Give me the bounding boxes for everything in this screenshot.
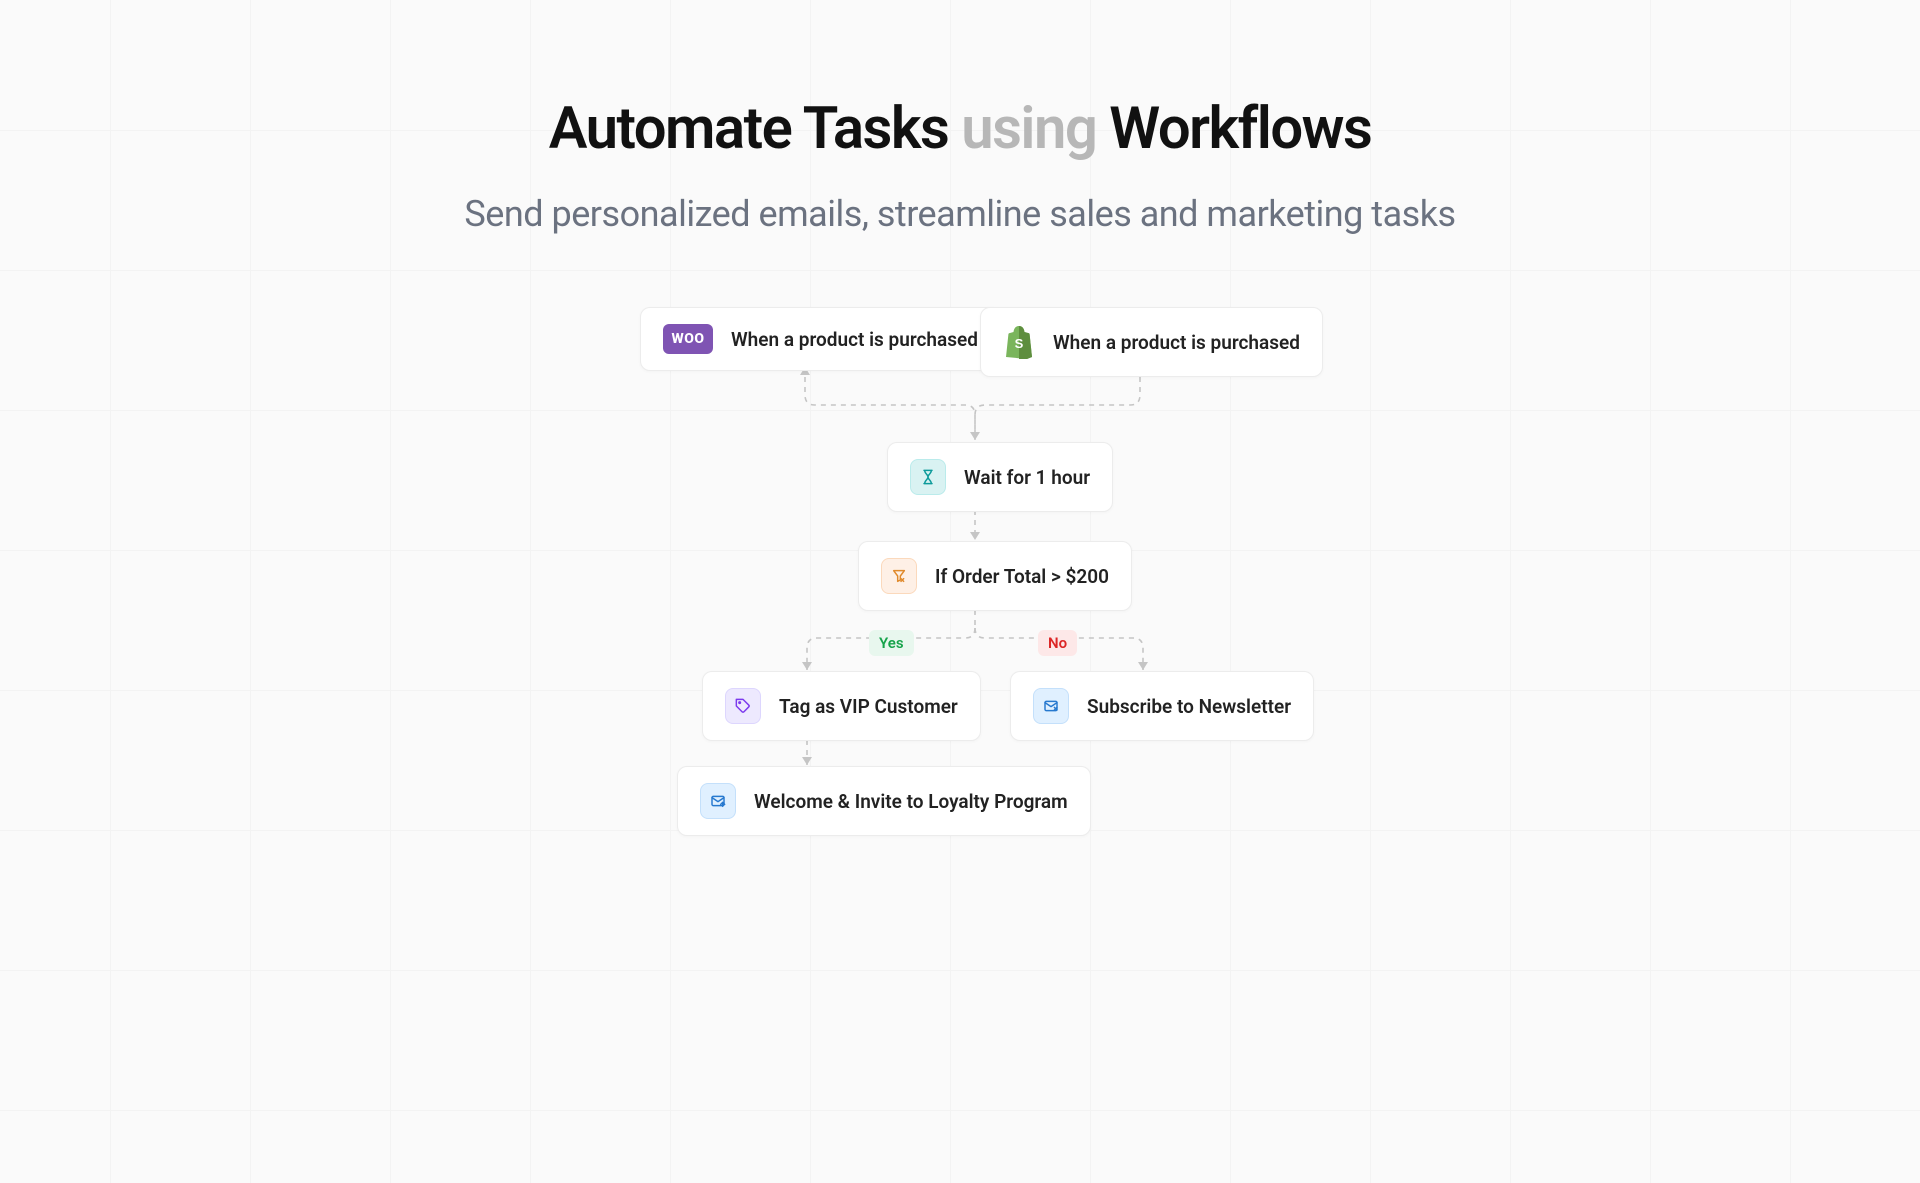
hourglass-icon (910, 459, 946, 495)
connectors-svg (260, 295, 1660, 995)
trigger-woocommerce[interactable]: WOO When a product is purchased (640, 307, 1001, 371)
title-post: Workflows (1096, 95, 1371, 163)
branch-no-badge: No (1038, 630, 1077, 656)
page-title: Automate Tasks using Workflows (0, 95, 1920, 163)
condition-label: If Order Total > $200 (935, 565, 1109, 588)
action-tag-vip[interactable]: Tag as VIP Customer (702, 671, 981, 741)
condition-order-total[interactable]: If Order Total > $200 (858, 541, 1132, 611)
svg-text:S: S (1015, 336, 1024, 351)
trigger-shopify-label: When a product is purchased (1053, 331, 1300, 354)
action-welcome-label: Welcome & Invite to Loyalty Program (754, 790, 1068, 813)
mail-send-icon (700, 783, 736, 819)
workflow-diagram: WOO When a product is purchased S When a… (260, 295, 1660, 995)
title-pre: Automate Tasks (549, 95, 962, 163)
action-wait[interactable]: Wait for 1 hour (887, 442, 1113, 512)
trigger-woocommerce-label: When a product is purchased (731, 328, 978, 351)
tag-icon (725, 688, 761, 724)
trigger-shopify[interactable]: S When a product is purchased (980, 307, 1323, 377)
page-content: Automate Tasks using Workflows Send pers… (0, 0, 1920, 995)
action-welcome-loyalty[interactable]: Welcome & Invite to Loyalty Program (677, 766, 1091, 836)
branch-yes-badge: Yes (869, 630, 914, 656)
action-subscribe-newsletter[interactable]: Subscribe to Newsletter (1010, 671, 1314, 741)
action-wait-label: Wait for 1 hour (964, 466, 1090, 489)
title-muted: using (961, 95, 1096, 163)
woocommerce-icon: WOO (663, 324, 713, 354)
action-tag-vip-label: Tag as VIP Customer (779, 695, 958, 718)
subtitle: Send personalized emails, streamline sal… (0, 193, 1920, 235)
shopify-icon: S (1003, 324, 1035, 360)
filter-icon (881, 558, 917, 594)
action-subscribe-label: Subscribe to Newsletter (1087, 695, 1291, 718)
mail-icon (1033, 688, 1069, 724)
